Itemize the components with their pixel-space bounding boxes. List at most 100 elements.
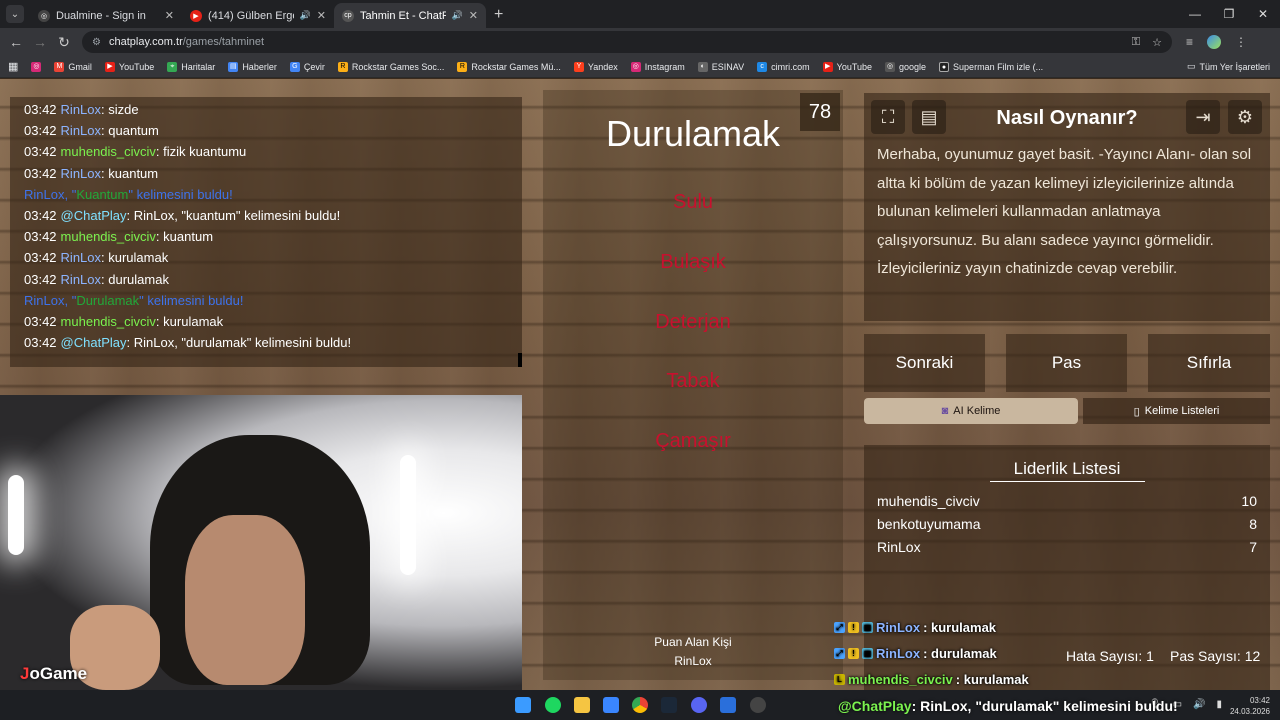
- game-page: 03:42 RinLox: sizde 03:42 RinLox: quantum 03…: [0, 79, 1280, 690]
- overlay-chat-line-final: @ChatPlay: RinLox, "durulamak" kelimesin…: [838, 698, 1178, 714]
- bookmark-youtube-2[interactable]: ▶ YouTube: [822, 61, 872, 72]
- all-bookmarks-folder[interactable]: ▭ Tüm Yer İşaretleri: [1187, 61, 1270, 72]
- overlay-chat-line: L muhendis_civciv: kurulamak: [834, 672, 1029, 687]
- bookmarks-bar: ▦ ◎ M Gmail ▶ YouTube ⌖ Haritalar ▤ Haberler…: [0, 56, 1280, 78]
- bookmark-yandex[interactable]: Y Yandex: [573, 61, 618, 72]
- leaderboard-row: benkotuyumama 8: [877, 516, 1257, 532]
- chat-scrollbar[interactable]: [518, 353, 522, 367]
- overlay-chat-line: ⤢! ▦ RinLox: durulamak: [834, 646, 997, 661]
- globe-icon: ◎: [38, 9, 50, 22]
- list-icon: ▯: [1133, 405, 1140, 418]
- tab-dualmine[interactable]: ◎ Dualmine - Sign in ✕: [30, 3, 182, 28]
- bookmark-news[interactable]: ▤ Haberler: [228, 61, 277, 72]
- tab-strip: ⌄ ◎ Dualmine - Sign in ✕ ▶ (414) Gülben …: [0, 0, 1280, 28]
- new-tab-button[interactable]: +: [494, 6, 503, 24]
- scorer-label: Puan Alan Kişi: [654, 635, 732, 649]
- leaderboard-row: RinLox 7: [877, 539, 1257, 555]
- bookmark-superman[interactable]: ● Superman Film izle (...: [939, 61, 1043, 72]
- tab-chatplay[interactable]: cp Tahmin Et - ChatPlay 🔊 ✕: [334, 3, 486, 28]
- volume-icon[interactable]: 🔊: [1193, 699, 1205, 710]
- next-button[interactable]: Sonraki: [864, 334, 985, 392]
- chatplay-icon: cp: [342, 9, 354, 22]
- battlenet-icon[interactable]: [720, 697, 736, 713]
- error-count: Hata Sayısı: 1: [1066, 648, 1154, 664]
- close-tab-icon[interactable]: ✕: [469, 9, 478, 22]
- forbidden-word: Deterjan: [655, 311, 731, 333]
- file-explorer-icon[interactable]: [574, 697, 590, 713]
- url-field[interactable]: ⚙ chatplay.com.tr/games/tahminet ⚿ ☆: [82, 31, 1172, 53]
- webcam-logo: JoGame: [20, 664, 88, 683]
- bookmark-translate[interactable]: G Çevir: [289, 61, 325, 72]
- restore-icon[interactable]: ❐: [1212, 0, 1246, 28]
- store-icon[interactable]: [603, 697, 619, 713]
- bookmark-cimri[interactable]: c cimri.com: [757, 61, 810, 72]
- site-info-icon[interactable]: ⚙: [92, 37, 101, 48]
- ring-light: [8, 475, 24, 555]
- robot-icon: ◙: [941, 405, 949, 417]
- close-window-icon[interactable]: ✕: [1246, 0, 1280, 28]
- window-controls: — ❐ ✕: [1178, 0, 1280, 28]
- stream-chat-panel: 03:42 RinLox: sizde 03:42 RinLox: quantum 03…: [10, 97, 522, 367]
- tab-title: Dualmine - Sign in: [56, 9, 146, 22]
- chat-message: 03:42 RinLox: sizde: [24, 102, 139, 117]
- badge-icon: ⤢: [834, 648, 845, 659]
- media-control-icon[interactable]: ≡: [1186, 35, 1193, 49]
- pass-button[interactable]: Pas: [1006, 334, 1127, 392]
- tab-search-icon[interactable]: ⌄: [6, 5, 24, 23]
- apps-icon[interactable]: ▦: [8, 60, 18, 73]
- leaderboard-row: muhendis_civciv 10: [877, 493, 1257, 509]
- forbidden-word: Bulaşık: [660, 251, 726, 273]
- speaker-icon[interactable]: 🔊: [300, 10, 311, 21]
- chat-message: 03:42 muhendis_civciv: fizik kuantumu: [24, 144, 247, 160]
- badge-icon: ⤢: [834, 622, 845, 633]
- badge-icon: ▦: [862, 648, 873, 659]
- folder-icon: ▭: [1186, 61, 1196, 71]
- leaderboard-title: Liderlik Listesi: [1013, 459, 1121, 478]
- tab-title: Tahmin Et - ChatPlay: [360, 9, 446, 22]
- bookmark-esinav[interactable]: ◐ ESINAV: [697, 61, 744, 72]
- word-lists-button[interactable]: ▯ Kelime Listeleri: [1083, 398, 1270, 424]
- battery-icon[interactable]: ▮: [1216, 699, 1222, 710]
- obs-icon[interactable]: [750, 697, 766, 713]
- url-host: chatplay.com.tr: [108, 36, 183, 48]
- password-key-icon[interactable]: ⚿: [1132, 36, 1140, 49]
- divider: [990, 481, 1145, 482]
- bookmark-instagram[interactable]: ◎: [31, 61, 42, 72]
- forward-icon[interactable]: →: [28, 34, 52, 50]
- discord-icon[interactable]: [691, 697, 707, 713]
- overlay-chat-line: ⤢! ▦ RinLox: kurulamak: [834, 620, 996, 635]
- bookmark-maps[interactable]: ⌖ Haritalar: [167, 61, 215, 72]
- scorer-name: RinLox: [674, 654, 712, 668]
- start-icon[interactable]: [515, 697, 531, 713]
- badge-icon: !: [848, 622, 859, 633]
- bookmark-instagram-2[interactable]: ◎ Instagram: [630, 61, 685, 72]
- close-tab-icon[interactable]: ✕: [165, 9, 174, 22]
- bookmark-star-icon[interactable]: ☆: [1152, 36, 1162, 49]
- chat-message: 03:42 RinLox: kurulamak: [24, 250, 169, 266]
- close-tab-icon[interactable]: ✕: [317, 9, 326, 22]
- steam-icon[interactable]: [661, 697, 677, 713]
- avatar[interactable]: [1207, 35, 1222, 49]
- target-word: Durulamak: [605, 113, 781, 154]
- minimize-icon[interactable]: —: [1178, 0, 1212, 28]
- url-path: /games/tahminet: [182, 36, 265, 48]
- menu-icon[interactable]: ⋮: [1235, 35, 1247, 49]
- back-icon[interactable]: ←: [4, 34, 28, 50]
- chat-message: 03:42 @ChatPlay: RinLox, "kuantum" kelime…: [24, 208, 341, 224]
- forbidden-word: Çamaşır: [655, 430, 731, 452]
- chat-message: 03:42 muhendis_civciv: kurulamak: [24, 314, 224, 330]
- chrome-icon[interactable]: [632, 697, 648, 713]
- spotify-icon[interactable]: [545, 697, 561, 713]
- ai-word-button[interactable]: ◙ AI Kelime: [864, 398, 1078, 424]
- bookmark-rockstar-social[interactable]: R Rockstar Games Soc...: [337, 61, 444, 72]
- bookmark-youtube[interactable]: ▶ YouTube: [104, 61, 154, 72]
- tab-youtube[interactable]: ▶ (414) Gülben Ergen - Yarı Çı 🔊 ✕: [182, 3, 334, 28]
- bookmark-gmail[interactable]: M Gmail: [54, 61, 92, 72]
- streamer-face: [185, 515, 305, 685]
- bookmark-rockstar-music[interactable]: R Rockstar Games Mü...: [457, 61, 561, 72]
- bookmark-google[interactable]: ◎ google: [885, 61, 926, 72]
- clock[interactable]: 03:42 24.03.2026: [1230, 695, 1270, 717]
- reset-button[interactable]: Sıfırla: [1148, 334, 1270, 392]
- reload-icon[interactable]: ↻: [52, 34, 76, 51]
- speaker-icon[interactable]: 🔊: [452, 10, 463, 21]
